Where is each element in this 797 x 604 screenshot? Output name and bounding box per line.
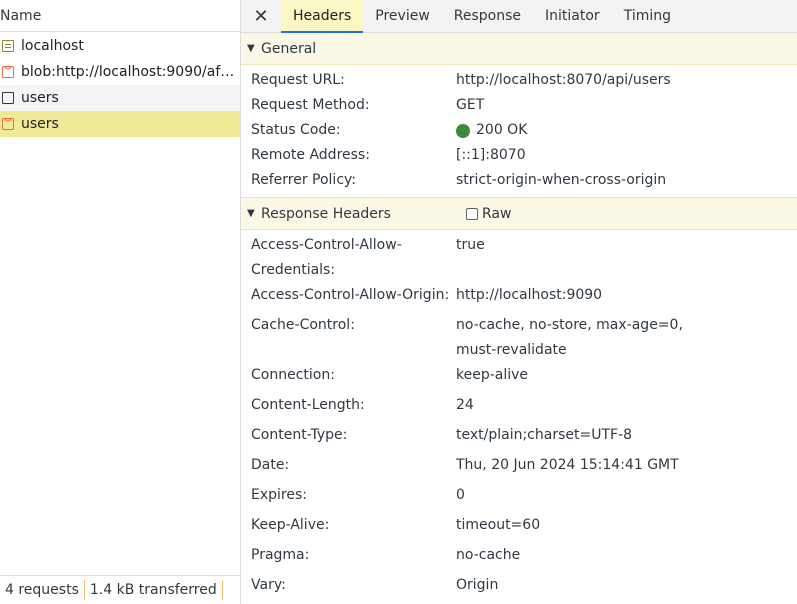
response-header-row: Date: Thu, 20 Jun 2024 15:14:41 GMT [241, 453, 797, 483]
request-row-users-selected[interactable]: users [0, 111, 240, 137]
raw-toggle[interactable]: Raw [466, 198, 511, 230]
general-row: Request URL: http://localhost:8070/api/u… [241, 68, 797, 93]
fetch-icon [2, 92, 14, 104]
request-name: users [21, 90, 59, 106]
header-value: keep-alive [456, 367, 529, 383]
tab-headers[interactable]: Headers [281, 0, 364, 33]
header-value: http://localhost:9090 [456, 287, 603, 303]
request-count: 4 requests [5, 582, 79, 598]
header-value: Thu, 20 Jun 2024 15:14:41 GMT [456, 457, 679, 473]
response-header-row: Vary: Origin [241, 573, 797, 603]
request-row-localhost[interactable]: localhost [0, 33, 240, 59]
devtools-network-panel: Name localhost blob:http://localhost:909… [0, 0, 797, 604]
script-icon [2, 116, 14, 130]
header-key: Referrer Policy: [251, 172, 356, 188]
script-icon [2, 64, 14, 78]
header-key: Expires: [251, 487, 307, 503]
header-key: Cache-Control: [251, 317, 355, 333]
general-section-header[interactable]: ▼ General [241, 33, 797, 65]
status-code-value: 200 OK [456, 118, 786, 143]
transferred-size: 1.4 kB transferred [89, 582, 217, 598]
header-value: 24 [456, 397, 474, 413]
general-row: Request Method: GET [241, 93, 797, 118]
close-icon[interactable]: ✕ [241, 0, 281, 32]
response-header-row: Connection: keep-alive [241, 363, 797, 393]
general-row: Status Code: 200 OK [241, 118, 797, 143]
general-section: Request URL: http://localhost:8070/api/u… [241, 65, 797, 198]
header-key: Date: [251, 457, 290, 473]
header-value: no-cache, no-store, max-age=0, must-reva… [456, 317, 683, 358]
response-header-row: Cache-Control: no-cache, no-store, max-a… [241, 313, 797, 363]
header-key: Connection: [251, 367, 335, 383]
status-ok-icon [456, 123, 470, 138]
tab-initiator[interactable]: Initiator [533, 0, 612, 32]
request-list: localhost blob:http://localhost:9090/af2… [0, 33, 240, 137]
header-key: Access-Control-Allow-Credentials: [251, 237, 402, 278]
response-headers-section: Access-Control-Allow-Credentials: true A… [241, 230, 797, 603]
headers-content: ▼ General Request URL: http://localhost:… [241, 33, 797, 603]
request-list-panel: Name localhost blob:http://localhost:909… [0, 0, 240, 604]
response-header-row: Expires: 0 [241, 483, 797, 513]
request-name: localhost [21, 38, 84, 54]
tab-timing[interactable]: Timing [612, 0, 683, 32]
response-header-row: Pragma: no-cache [241, 543, 797, 573]
header-key: Content-Length: [251, 397, 365, 413]
header-key: Keep-Alive: [251, 517, 330, 533]
status-bar: 4 requests 1.4 kB transferred [0, 575, 240, 604]
header-key: Status Code: [251, 122, 341, 138]
tab-response[interactable]: Response [442, 0, 533, 32]
response-header-row: Content-Type: text/plain;charset=UTF-8 [241, 423, 797, 453]
response-header-row: Content-Length: 24 [241, 393, 797, 423]
details-tab-bar: ✕ Headers Preview Response Initiator Tim… [241, 0, 797, 33]
header-key: Request Method: [251, 97, 370, 113]
request-name: users [21, 116, 59, 132]
name-column-header[interactable]: Name [0, 0, 240, 32]
raw-checkbox[interactable] [466, 208, 478, 220]
request-row-blob[interactable]: blob:http://localhost:9090/af2... [0, 59, 240, 85]
header-value: Origin [456, 577, 499, 593]
section-title: Response Headers [261, 205, 391, 222]
general-row: Referrer Policy: strict-origin-when-cros… [241, 168, 797, 193]
header-value: 0 [456, 487, 465, 503]
header-key: Remote Address: [251, 147, 370, 163]
header-value: timeout=60 [456, 517, 541, 533]
status-separator [221, 580, 223, 600]
response-headers-section-header[interactable]: ▼ Response Headers Raw [241, 198, 797, 230]
header-key: Request URL: [251, 72, 345, 88]
request-name: blob:http://localhost:9090/af2... [21, 64, 240, 80]
response-header-row: Keep-Alive: timeout=60 [241, 513, 797, 543]
header-key: Access-Control-Allow-Origin: [251, 287, 450, 303]
header-value: true [456, 237, 485, 253]
request-details-panel: ✕ Headers Preview Response Initiator Tim… [241, 0, 797, 604]
header-key: Content-Type: [251, 427, 348, 443]
header-value: [::1]:8070 [456, 147, 526, 163]
raw-label: Raw [482, 206, 512, 222]
header-key: Vary: [251, 577, 286, 593]
general-row: Remote Address: [::1]:8070 [241, 143, 797, 168]
response-header-row: Access-Control-Allow-Origin: http://loca… [241, 283, 797, 313]
header-value: GET [456, 97, 485, 113]
header-value: strict-origin-when-cross-origin [456, 172, 667, 188]
name-column-label: Name [0, 7, 42, 24]
header-value: http://localhost:8070/api/users [456, 72, 671, 88]
status-text: 200 OK [476, 122, 528, 138]
header-value: no-cache [456, 547, 521, 563]
request-row-users-fetch[interactable]: users [0, 85, 240, 111]
section-title: General [261, 40, 317, 57]
header-key: Pragma: [251, 547, 310, 563]
tab-preview[interactable]: Preview [363, 0, 442, 32]
document-icon [2, 40, 14, 52]
response-header-row: Access-Control-Allow-Credentials: true [241, 233, 797, 283]
triangle-down-icon: ▼ [247, 43, 255, 54]
triangle-down-icon: ▼ [247, 208, 255, 219]
header-value: text/plain;charset=UTF-8 [456, 427, 633, 443]
